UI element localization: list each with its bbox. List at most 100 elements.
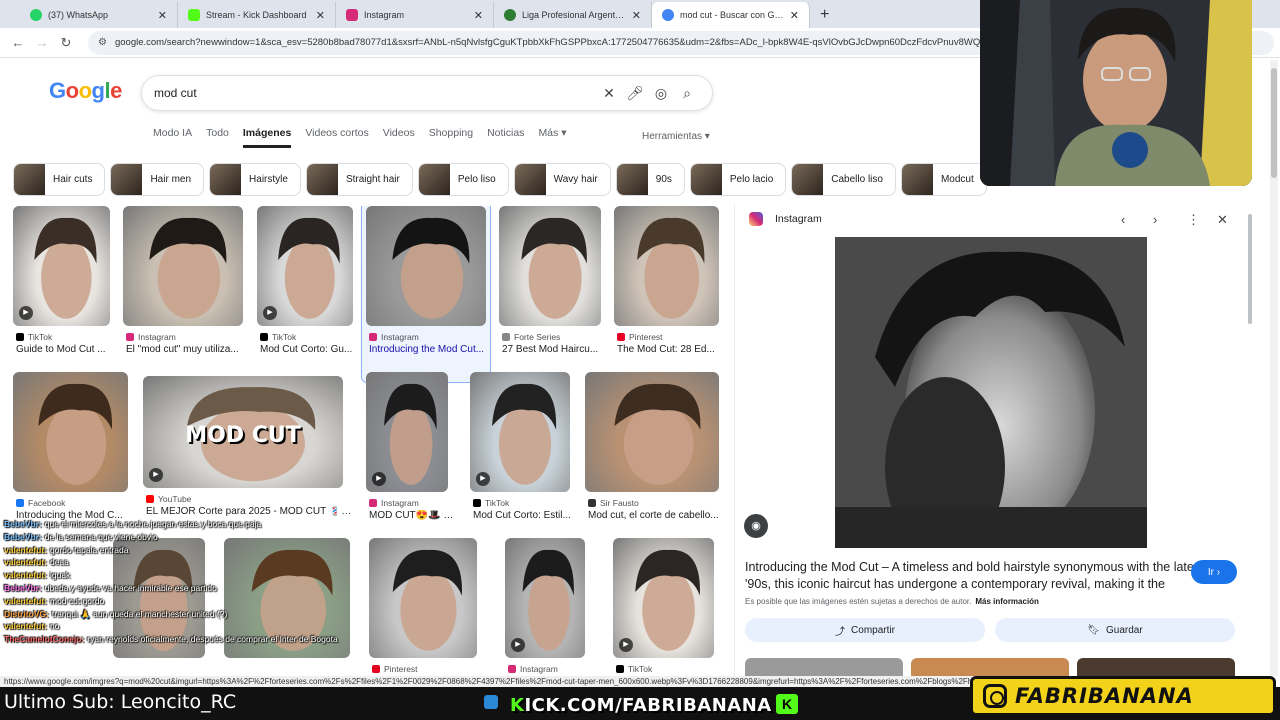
- chip[interactable]: Hair cuts: [13, 163, 106, 196]
- chip[interactable]: Wavy hair: [513, 163, 611, 196]
- forward-icon[interactable]: →: [30, 35, 54, 50]
- result-thumbnail[interactable]: ▶: [505, 538, 585, 658]
- result-source[interactable]: Instagram: [369, 332, 419, 342]
- browser-tab-google[interactable]: mod cut - Buscar con Google ✕: [652, 2, 810, 28]
- site-info-icon[interactable]: ⚙: [98, 37, 107, 48]
- related-image[interactable]: [745, 658, 903, 678]
- chip[interactable]: Pelo liso: [417, 163, 509, 196]
- search-box[interactable]: mod cut ✕ 🎤︎ ◎ ⌕: [141, 75, 713, 111]
- result-thumbnail[interactable]: ▶: [13, 206, 110, 326]
- result-source[interactable]: Facebook: [16, 498, 65, 508]
- chip[interactable]: Straight hair: [305, 163, 413, 196]
- result-thumbnail[interactable]: MOD CUT ▶: [143, 376, 343, 488]
- lens-search-icon[interactable]: ◉: [744, 514, 768, 538]
- search-input[interactable]: mod cut: [154, 86, 596, 100]
- browser-tab-kick[interactable]: Stream - Kick Dashboard ✕: [178, 2, 336, 28]
- result-thumbnail[interactable]: ▶: [366, 372, 448, 492]
- result-source[interactable]: Instagram: [369, 498, 419, 508]
- back-icon[interactable]: ←: [6, 35, 30, 50]
- result-thumbnail[interactable]: ▶: [613, 538, 714, 658]
- tab-videos[interactable]: Videos: [383, 127, 415, 148]
- clear-icon[interactable]: ✕: [596, 85, 622, 102]
- image-result[interactable]: ▶ TikTok: [613, 538, 714, 678]
- reload-icon[interactable]: ↻: [54, 35, 78, 51]
- result-title[interactable]: Mod cut, el corte de cabello...: [588, 510, 728, 521]
- image-result[interactable]: ▶ TikTok Guide to Mod Cut ...: [13, 206, 110, 370]
- image-result[interactable]: ▶ TikTok Mod Cut Corto: Estil...: [470, 372, 571, 536]
- close-icon[interactable]: ✕: [474, 9, 483, 22]
- panel-scrollbar[interactable]: [1248, 214, 1252, 324]
- result-source[interactable]: TikTok: [616, 664, 652, 674]
- google-logo[interactable]: Google: [49, 78, 122, 104]
- panel-title[interactable]: Introducing the Mod Cut – A timeless and…: [745, 559, 1195, 593]
- page-scrollbar[interactable]: [1270, 60, 1278, 676]
- chip[interactable]: 90s: [615, 163, 685, 196]
- image-result[interactable]: Pinterest The Mod Cut: 28 Ed...: [614, 206, 719, 370]
- result-thumbnail[interactable]: [614, 206, 719, 326]
- tab-noticias[interactable]: Noticias: [487, 127, 524, 148]
- more-options-icon[interactable]: ⋮: [1187, 212, 1200, 228]
- close-icon[interactable]: ✕: [632, 9, 641, 22]
- image-result[interactable]: Sir Fausto Mod cut, el corte de cabello..…: [585, 372, 719, 536]
- image-result[interactable]: ▶ TikTok Mod Cut Corto: Gu...: [257, 206, 353, 370]
- tools-button[interactable]: Herramientas ▾: [642, 131, 710, 142]
- chip[interactable]: Hairstyle: [209, 163, 301, 196]
- result-source[interactable]: YouTube: [146, 494, 191, 504]
- close-icon[interactable]: ✕: [316, 9, 325, 22]
- tab-videos-cortos[interactable]: Videos cortos: [305, 127, 368, 148]
- tab-todo[interactable]: Todo: [206, 127, 229, 148]
- image-result[interactable]: Forte Series 27 Best Mod Haircu...: [499, 206, 601, 370]
- result-title[interactable]: EL MEJOR Corte para 2025 - MOD CUT 💈 ...: [146, 506, 352, 517]
- related-image[interactable]: [911, 658, 1069, 678]
- result-source[interactable]: Sir Fausto: [588, 498, 639, 508]
- close-icon[interactable]: ✕: [158, 9, 167, 22]
- result-thumbnail[interactable]: ▶: [257, 206, 353, 326]
- result-source[interactable]: Pinterest: [617, 332, 663, 342]
- image-result[interactable]: ▶ Instagram: [505, 538, 585, 678]
- result-source[interactable]: Instagram: [508, 664, 558, 674]
- tab-modo-ia[interactable]: Modo IA: [153, 127, 192, 148]
- browser-tab-instagram[interactable]: Instagram ✕: [336, 2, 494, 28]
- save-button[interactable]: 🔖︎ Guardar: [995, 618, 1235, 642]
- image-result[interactable]: Instagram El "mod cut" muy utiliza...: [123, 206, 243, 370]
- share-button[interactable]: ⤴ Compartir: [745, 618, 985, 642]
- result-thumbnail[interactable]: [123, 206, 243, 326]
- result-source[interactable]: Forte Series: [502, 332, 560, 342]
- search-icon[interactable]: ⌕: [674, 85, 700, 102]
- tab-imagenes[interactable]: Imágenes: [242, 127, 292, 148]
- result-source[interactable]: TikTok: [16, 332, 52, 342]
- more-info-link[interactable]: Más información: [975, 597, 1039, 606]
- chevron-left-icon[interactable]: ‹: [1121, 212, 1125, 227]
- result-title[interactable]: 27 Best Mod Haircu...: [502, 344, 610, 355]
- result-title[interactable]: Mod Cut Corto: Gu...: [260, 344, 362, 355]
- chip[interactable]: Hair men: [110, 163, 205, 196]
- result-source[interactable]: TikTok: [473, 498, 509, 508]
- image-result[interactable]: MOD CUT ▶ YouTube EL MEJOR Corte para 2025 …: [143, 376, 352, 532]
- chip[interactable]: Pelo lacio: [689, 163, 787, 196]
- image-result[interactable]: Instagram Introducing the Mod Cut...: [361, 206, 491, 383]
- browser-tab-liga[interactable]: Liga Profesional Argentina - PO ✕: [494, 2, 652, 28]
- close-icon[interactable]: ✕: [790, 9, 799, 22]
- chevron-right-icon[interactable]: ›: [1153, 212, 1157, 227]
- windows-icon[interactable]: [484, 695, 498, 709]
- visit-button[interactable]: Ir ›: [1191, 560, 1237, 584]
- image-result[interactable]: ▶ Instagram MOD CUT😍🎩 u...: [366, 372, 457, 536]
- result-title[interactable]: Introducing the Mod Cut...: [369, 344, 495, 355]
- result-source[interactable]: TikTok: [260, 332, 296, 342]
- result-thumbnail[interactable]: [499, 206, 601, 326]
- panel-source[interactable]: Instagram: [749, 212, 822, 226]
- result-thumbnail[interactable]: ▶: [470, 372, 570, 492]
- microphone-icon[interactable]: 🎤︎: [622, 85, 648, 102]
- chip[interactable]: Modcut: [900, 163, 987, 196]
- result-source[interactable]: Instagram: [126, 332, 176, 342]
- result-thumbnail[interactable]: [585, 372, 719, 492]
- result-title[interactable]: Guide to Mod Cut ...: [16, 344, 119, 355]
- result-thumbnail[interactable]: [366, 206, 486, 326]
- browser-tab-whatsapp[interactable]: (37) WhatsApp ✕: [20, 2, 178, 28]
- camera-lens-icon[interactable]: ◎: [648, 85, 674, 102]
- result-title[interactable]: El "mod cut" muy utiliza...: [126, 344, 252, 355]
- image-result[interactable]: Facebook Introducing the Mod C...: [13, 372, 128, 536]
- result-thumbnail[interactable]: [13, 372, 128, 492]
- chip[interactable]: Cabello liso: [791, 163, 896, 196]
- result-title[interactable]: The Mod Cut: 28 Ed...: [617, 344, 728, 355]
